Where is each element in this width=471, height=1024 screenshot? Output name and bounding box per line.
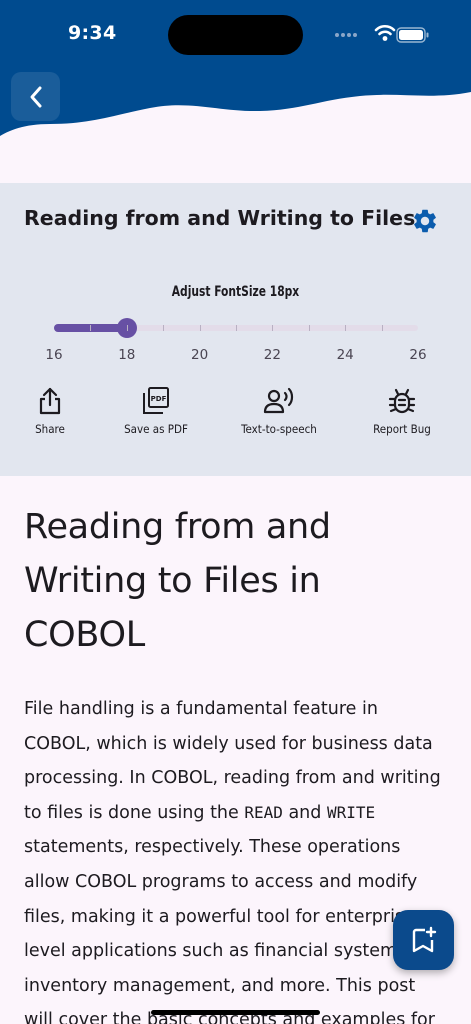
paragraph-text: File handling is a fundamental feature i…: [24, 699, 441, 823]
status-bar: 9:34: [0, 0, 471, 70]
bookmark-add-icon: [412, 926, 436, 953]
reader-options-panel: Reading from and Writing to Files Adjust…: [0, 183, 471, 476]
slider-tick: [163, 325, 165, 331]
save-pdf-label: Save as PDF: [124, 422, 188, 436]
status-time: 9:34: [68, 22, 117, 44]
slider-tick-label: 26: [409, 347, 427, 363]
bug-icon: [388, 388, 416, 414]
slider-tick-label: 16: [45, 347, 63, 363]
pdf-icon: PDF: [143, 387, 169, 414]
back-button[interactable]: [11, 72, 60, 121]
panel-title: Reading from and Writing to Files: [24, 206, 416, 230]
signal-dots-icon: [335, 33, 357, 37]
slider-tick: [272, 325, 274, 331]
paragraph-text: and: [282, 802, 327, 823]
font-size-label: Adjust FontSize 18px: [171, 284, 300, 300]
text-to-speech-button[interactable]: Text-to-speech: [224, 386, 334, 446]
speaker-icon: [263, 387, 294, 414]
status-icons: [335, 24, 429, 43]
slider-tick: [345, 325, 347, 331]
slider-tick-label: 24: [336, 347, 354, 363]
slider-tick: [199, 325, 201, 331]
article: Reading from and Writing to Files in COB…: [24, 500, 449, 1024]
article-paragraph: File handling is a fundamental feature i…: [24, 692, 449, 1024]
slider-tick-label: 20: [191, 347, 209, 363]
battery-icon: [396, 27, 429, 43]
slider-tick: [90, 325, 92, 331]
paragraph-text: statements, respectively. These operatio…: [24, 837, 435, 1024]
slider-tick: [308, 325, 310, 331]
dynamic-island: [168, 15, 303, 55]
article-title: Reading from and Writing to Files in COB…: [24, 507, 331, 655]
slider-tick: [126, 325, 128, 331]
add-bookmark-button[interactable]: [393, 910, 454, 970]
slider-tick-label: 22: [263, 347, 281, 363]
share-label: Share: [35, 422, 65, 436]
code-read: READ: [244, 802, 283, 822]
home-indicator: [151, 1010, 320, 1015]
report-bug-label: Report Bug: [373, 422, 431, 436]
slider-tick: [236, 325, 237, 331]
chevron-left-icon: [30, 86, 41, 107]
wifi-icon: [374, 24, 396, 41]
svg-text:PDF: PDF: [151, 395, 167, 403]
font-size-slider[interactable]: [54, 317, 418, 339]
report-bug-button[interactable]: Report Bug: [347, 386, 457, 446]
settings-gear-icon[interactable]: [411, 207, 439, 235]
slider-tick-label: 18: [118, 347, 136, 363]
code-write: WRITE: [326, 802, 376, 822]
share-icon: [39, 387, 61, 415]
save-pdf-button[interactable]: PDF Save as PDF: [101, 386, 211, 446]
share-button[interactable]: Share: [0, 386, 105, 446]
slider-tick: [381, 325, 383, 331]
text-to-speech-label: Text-to-speech: [241, 422, 317, 436]
